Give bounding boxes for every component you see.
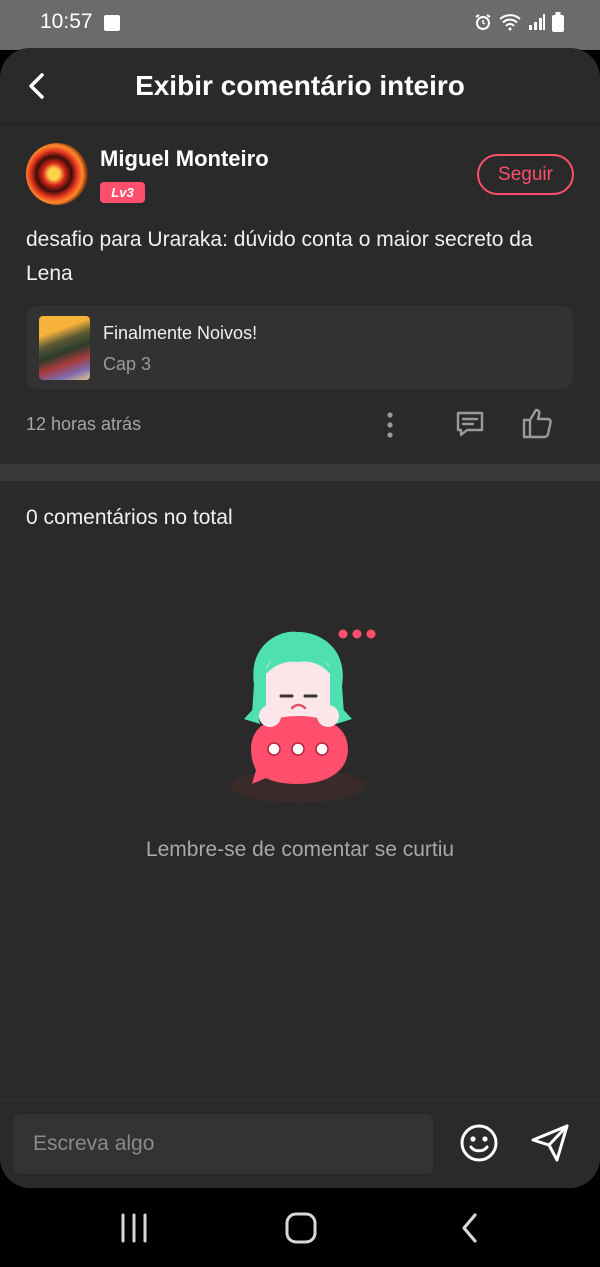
follow-button[interactable]: Seguir [477,154,574,195]
section-divider [0,464,600,481]
status-time: 10:57 [40,10,93,33]
page-title: Exibir comentário inteiro [135,70,465,101]
wifi-icon [499,14,521,31]
manga-title: Finalmente Noivos! [103,323,258,343]
header: Exibir comentário inteiro [0,48,600,124]
empty-state-message: Lembre-se de comentar se curtiu [145,838,455,861]
back-icon[interactable] [450,1210,490,1246]
comment-input[interactable] [14,1114,433,1174]
battery-icon [552,12,564,32]
manga-cover-image [39,316,90,380]
comment-text: desafio para Uraraka: dúvido conta o mai… [26,228,533,285]
alarm-icon [475,14,491,30]
manga-card[interactable]: Finalmente Noivos! Cap 3 [26,306,573,389]
system-nav-bar [0,1188,600,1267]
comment-input-bar [0,1100,600,1188]
recent-apps-icon[interactable] [114,1210,154,1246]
app-screen: Exibir comentário inteiro Miguel Monteir… [0,48,600,1188]
send-icon[interactable] [529,1123,571,1163]
replies-total: 0 comentários no total [26,506,233,529]
thumbs-up-icon[interactable] [520,406,554,440]
comment-icon[interactable] [454,408,486,440]
smiley-icon[interactable] [459,1123,499,1163]
comment-timestamp: 12 horas atrás [26,414,142,434]
manga-chapter: Cap 3 [103,354,152,374]
author-name[interactable]: Miguel Monteiro [100,146,269,172]
avatar[interactable] [26,143,88,205]
more-vertical-icon[interactable] [378,410,402,440]
status-icons [474,12,564,32]
status-bar: 10:57 [0,0,600,50]
image-icon [104,15,120,31]
home-icon[interactable] [281,1210,321,1246]
empty-state-mascot-illustration [231,629,376,803]
level-badge: Lv3 [100,182,145,203]
signal-icon [529,14,545,30]
